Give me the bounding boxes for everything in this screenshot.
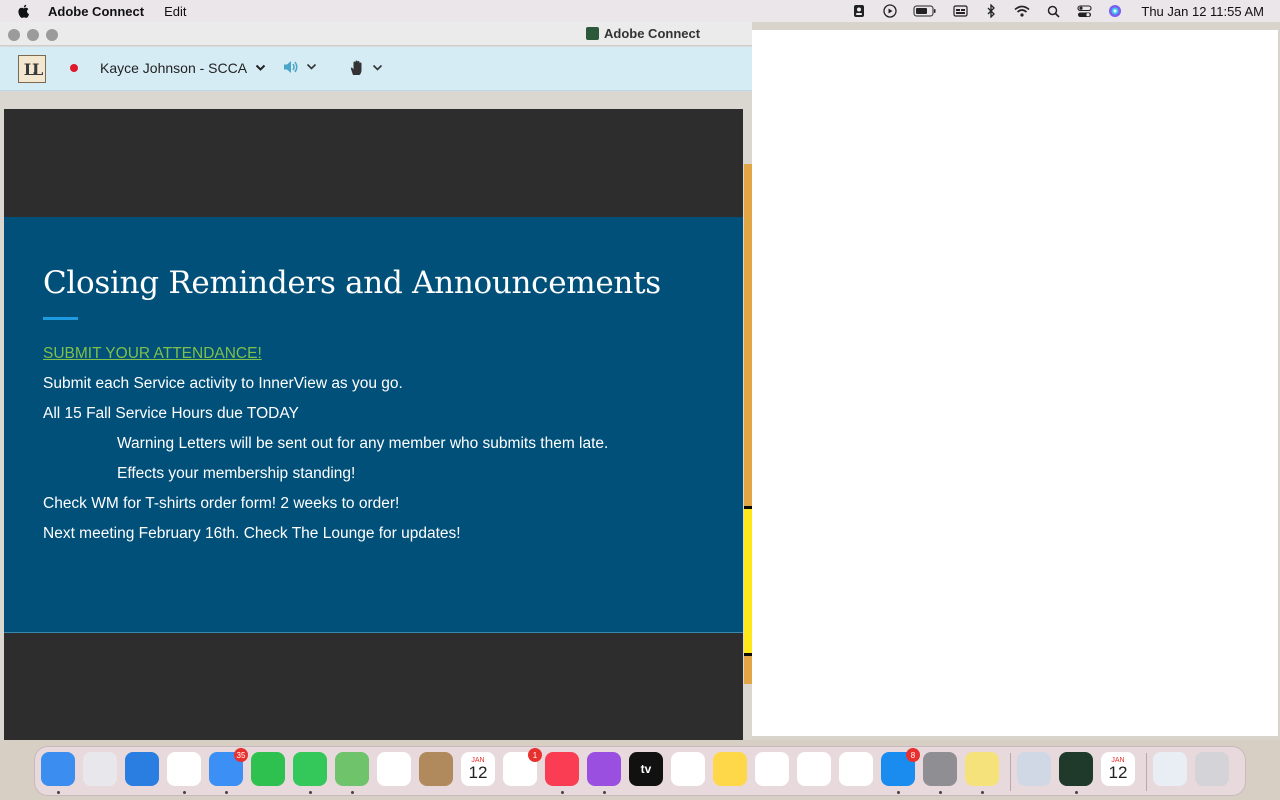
play-icon[interactable] — [882, 3, 898, 19]
preview-icon[interactable] — [1017, 752, 1051, 786]
running-indicator — [897, 791, 900, 794]
minimize-button[interactable] — [27, 29, 39, 41]
display-icon[interactable] — [952, 3, 968, 19]
adobe-connect-window: Adobe Connect LL Kayce Johnson - SCCA Cl… — [0, 22, 752, 744]
menu-bar: Adobe Connect Edit Thu Jan 12 11:55 AM — [0, 0, 1280, 22]
finder-icon[interactable] — [41, 752, 75, 786]
presentation-slide: Closing Reminders and Announcements SUBM… — [4, 217, 743, 633]
dock-separator — [1010, 753, 1011, 791]
audio-menu[interactable] — [282, 59, 317, 75]
dock-separator — [1146, 753, 1147, 791]
photos-icon[interactable] — [377, 752, 411, 786]
notification-badge: 1 — [528, 748, 542, 762]
messages-icon[interactable] — [293, 752, 327, 786]
app-menu[interactable]: Adobe Connect — [48, 4, 144, 19]
running-indicator — [351, 791, 354, 794]
running-indicator — [183, 791, 186, 794]
calendar-icon[interactable]: JAN 12 — [461, 752, 495, 786]
background-pod-edge — [744, 506, 752, 656]
adobe-connect-logo-icon — [586, 27, 599, 40]
host-menu[interactable]: Kayce Johnson - SCCA — [100, 60, 266, 76]
search-icon[interactable] — [1045, 3, 1061, 19]
slide-title-underline — [43, 317, 78, 320]
status-area: Thu Jan 12 11:55 AM — [836, 0, 1280, 22]
close-button[interactable] — [8, 29, 20, 41]
notes-icon[interactable] — [713, 752, 747, 786]
launchpad-icon[interactable] — [83, 752, 117, 786]
safari-icon[interactable] — [125, 752, 159, 786]
battery-icon[interactable] — [913, 3, 937, 19]
maps-icon[interactable] — [335, 752, 369, 786]
slide-bullet: Check WM for T-shirts order form! 2 week… — [43, 495, 400, 512]
calendar-day: 12 — [468, 763, 488, 782]
wifi-icon[interactable] — [1014, 3, 1030, 19]
trash-icon[interactable] — [1195, 752, 1229, 786]
running-indicator — [1075, 791, 1078, 794]
attendance-link[interactable]: SUBMIT YOUR ATTENDANCE! — [43, 345, 262, 363]
mail-icon[interactable]: 35 — [209, 748, 248, 786]
chevron-down-icon — [306, 63, 317, 70]
menu-edit[interactable]: Edit — [164, 4, 186, 19]
meeting-toolbar: LL Kayce Johnson - SCCA — [0, 47, 752, 91]
downloads-icon[interactable] — [1153, 752, 1187, 786]
slide-title: Closing Reminders and Announcements — [43, 265, 661, 301]
slide-sub-bullet: Effects your membership standing! — [117, 465, 356, 482]
numbers-icon[interactable] — [755, 752, 789, 786]
window-title: Adobe Connect — [586, 26, 700, 41]
running-indicator — [57, 791, 60, 794]
chevron-down-icon — [372, 64, 383, 71]
music-icon[interactable] — [545, 752, 579, 786]
slide-bullet: Next meeting February 16th. Check The Lo… — [43, 525, 461, 542]
meeting-logo: LL — [18, 55, 46, 83]
contacts-icon[interactable] — [419, 752, 453, 786]
zoom-button[interactable] — [46, 29, 58, 41]
siri-icon[interactable] — [1107, 3, 1123, 19]
slide-bullet: Submit each Service activity to InnerVie… — [43, 375, 403, 392]
calendar-small-icon[interactable]: JAN 12 — [1101, 752, 1135, 786]
hand-icon — [350, 60, 362, 75]
reminders-icon[interactable]: 1 — [503, 748, 542, 786]
apple-icon[interactable] — [16, 3, 32, 19]
running-indicator — [603, 791, 606, 794]
speaker-icon — [284, 61, 298, 73]
share-pod[interactable]: Closing Reminders and Announcements SUBM… — [4, 109, 743, 743]
notification-badge: 35 — [234, 748, 248, 762]
bluetooth-icon[interactable] — [983, 3, 999, 19]
title-bar[interactable]: Adobe Connect — [0, 22, 752, 46]
tv-label: tv — [640, 762, 652, 776]
slide-sub-bullet: Warning Letters will be sent out for any… — [117, 435, 609, 452]
stickies-icon[interactable] — [965, 752, 999, 786]
raise-hand-menu[interactable] — [348, 59, 383, 77]
notification-badge: 8 — [906, 748, 920, 762]
menubar-clock[interactable]: Thu Jan 12 11:55 AM — [1141, 4, 1264, 19]
tv-icon[interactable]: tv — [629, 752, 663, 786]
slide-bullet: All 15 Fall Service Hours due TODAY — [43, 405, 299, 422]
dock: 35 JAN 12 1 tv 8 JAN 12 — [34, 746, 1246, 796]
running-indicator — [225, 791, 228, 794]
keynote-icon[interactable] — [797, 752, 831, 786]
calendar-day: 12 — [1108, 763, 1128, 782]
pages-icon[interactable] — [839, 752, 873, 786]
appstore-icon[interactable]: 8 — [881, 748, 920, 786]
recording-indicator-icon — [70, 64, 78, 72]
settings-icon[interactable] — [923, 752, 957, 786]
blank-window-area — [752, 30, 1278, 736]
running-indicator — [939, 791, 942, 794]
chevron-down-icon — [255, 64, 266, 71]
host-name: Kayce Johnson - SCCA — [100, 60, 248, 76]
running-indicator — [561, 791, 564, 794]
contact-card-icon[interactable] — [851, 3, 867, 19]
facetime-icon[interactable] — [251, 752, 285, 786]
podcasts-icon[interactable] — [587, 752, 621, 786]
news-icon[interactable] — [671, 752, 705, 786]
control-center-icon[interactable] — [1076, 3, 1092, 19]
chrome-icon[interactable] — [167, 752, 201, 786]
running-indicator — [309, 791, 312, 794]
running-indicator — [981, 791, 984, 794]
meeting-canvas: Closing Reminders and Announcements SUBM… — [0, 92, 752, 744]
adobe-connect-icon[interactable] — [1059, 752, 1093, 786]
